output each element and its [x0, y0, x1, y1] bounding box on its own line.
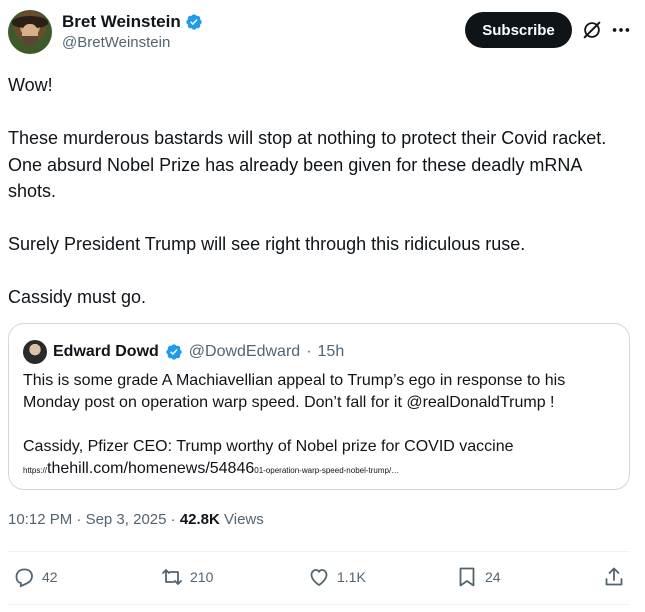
- quoted-tweet-text: This is some grade A Machiavellian appea…: [23, 370, 613, 458]
- tweet-meta: 10:12 PM · Sep 3, 2025 · 42.8K Views: [8, 511, 264, 528]
- author-handle[interactable]: @BretWeinstein: [62, 34, 203, 51]
- divider: [8, 551, 630, 552]
- link-prefix: https://: [23, 466, 48, 475]
- quoted-separator: ·: [306, 343, 312, 360]
- verified-badge-icon: [166, 344, 182, 360]
- views-label: Views: [224, 511, 264, 528]
- repost-icon: [162, 569, 182, 585]
- more-horizontal-icon[interactable]: [610, 19, 632, 41]
- tweet-paragraph: Surely President Trump will see right th…: [8, 234, 526, 254]
- avatar-beard: [22, 36, 38, 46]
- author-avatar[interactable]: [8, 10, 52, 54]
- quoted-link[interactable]: https://thehill.com/homenews/5484601-ope…: [23, 460, 399, 478]
- quoted-author-handle[interactable]: @DowdEdward: [189, 343, 300, 361]
- bookmark-count: 24: [485, 569, 501, 585]
- quoted-author-name[interactable]: Edward Dowd: [53, 343, 159, 361]
- quoted-tweet-card[interactable]: Edward Dowd @DowdEdward · 15h This is so…: [8, 323, 630, 490]
- link-main: thehill.com/homenews/54846: [47, 460, 255, 477]
- tweet-date[interactable]: Sep 3, 2025: [86, 511, 167, 528]
- tweet-paragraph: These murderous bastards will stop at no…: [8, 128, 607, 201]
- author-name-text[interactable]: Bret Weinstein: [62, 12, 181, 32]
- meta-separator: ·: [76, 511, 82, 528]
- like-button[interactable]: 1.1K: [307, 565, 366, 589]
- author-name-block: Bret Weinstein @BretWeinstein: [62, 12, 203, 51]
- views-count: 42.8K: [179, 511, 220, 528]
- grok-icon[interactable]: [581, 19, 603, 41]
- reply-icon: [15, 568, 33, 588]
- meta-separator: ·: [170, 511, 176, 528]
- share-button[interactable]: [602, 565, 626, 589]
- quoted-paragraph: Cassidy, Pfizer CEO: Trump worthy of Nob…: [23, 438, 514, 455]
- repost-count: 210: [190, 569, 214, 585]
- divider: [8, 604, 630, 605]
- bookmark-button[interactable]: 24: [455, 565, 501, 589]
- quoted-author-avatar[interactable]: [23, 340, 47, 364]
- quoted-timestamp[interactable]: 15h: [318, 343, 345, 361]
- tweet-time[interactable]: 10:12 PM: [8, 511, 72, 528]
- tweet-text: Wow! These murderous bastards will stop …: [8, 72, 628, 311]
- tweet-header: Bret Weinstein @BretWeinstein Subscribe: [8, 10, 637, 58]
- subscribe-button[interactable]: Subscribe: [465, 12, 572, 48]
- tweet-paragraph: Cassidy must go.: [8, 287, 147, 307]
- reply-button[interactable]: 42: [12, 565, 58, 589]
- quoted-tweet-header: Edward Dowd @DowdEdward · 15h: [23, 340, 344, 364]
- link-suffix: 01-operation-warp-speed-nobel-trump/…: [254, 466, 400, 475]
- heart-icon: [310, 569, 328, 587]
- reply-count: 42: [42, 569, 58, 585]
- quoted-paragraph: This is some grade A Machiavellian appea…: [23, 372, 566, 411]
- verified-badge-icon: [186, 14, 202, 30]
- like-count: 1.1K: [337, 569, 366, 585]
- action-bar: 42 210 1.1K 24: [12, 565, 630, 595]
- share-icon: [605, 567, 623, 586]
- tweet-paragraph: Wow!: [8, 75, 53, 95]
- bookmark-icon: [459, 567, 475, 587]
- repost-button[interactable]: 210: [160, 565, 213, 589]
- author-display-name[interactable]: Bret Weinstein: [62, 12, 203, 32]
